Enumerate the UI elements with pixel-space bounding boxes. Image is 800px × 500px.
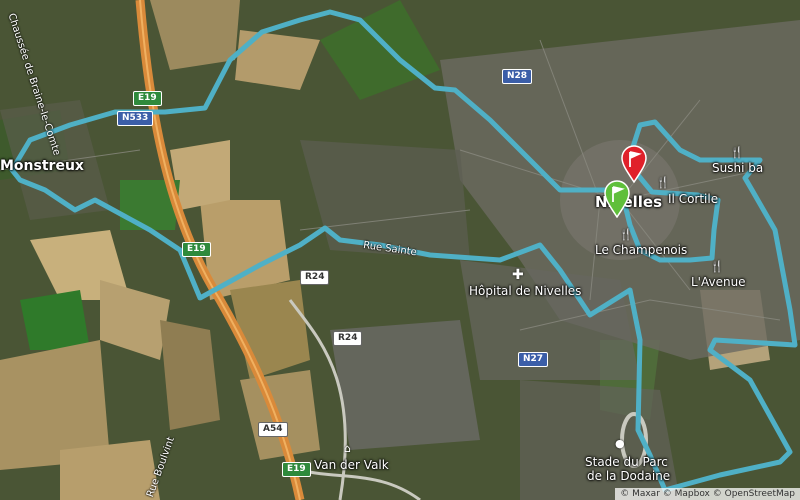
fork-knife-icon: 🍴 [619,228,633,241]
place-label-champenois: Le Champenois [595,243,688,257]
shield-r24-a: R24 [300,270,330,285]
shield-e19-top: E19 [133,91,162,106]
green-flag-marker-icon[interactable] [603,180,631,218]
hospital-cross-icon: ✚ [512,267,524,283]
shield-n28: N28 [502,69,533,84]
red-flag-marker-icon[interactable] [620,145,648,183]
place-label-il-cortile: Il Cortile [668,192,719,206]
shield-e19-bottom: E19 [282,462,311,477]
fork-knife-icon: 🍴 [730,146,744,159]
fork-knife-icon: 🍴 [656,176,670,189]
shield-e19-mid: E19 [182,242,211,257]
map-attribution[interactable]: © Maxar © Mapbox © OpenStreetMap [615,488,800,500]
stadium-icon: ● [615,437,625,450]
place-label-vandervalk: Van der Valk [314,458,389,472]
shield-n27: N27 [518,352,549,367]
shield-r24-b: R24 [333,331,363,346]
place-label-lavenue: L'Avenue [691,275,746,289]
field [60,440,160,500]
field [20,290,90,350]
hotel-bed-icon: ⌂ [344,442,351,455]
place-label-hospital: Hôpital de Nivelles [469,284,582,298]
shield-a54: A54 [258,422,288,437]
shield-n533: N533 [117,111,154,126]
fork-knife-icon: 🍴 [710,260,724,273]
place-label-monstreux: Monstreux [0,158,84,174]
satellite-map[interactable]: Monstreux Nivelles Hôpital de Nivelles L… [0,0,800,500]
place-label-sushi: Sushi ba [712,161,764,175]
place-label-stade-line1: Stade du Parc [585,455,668,469]
place-label-stade-line2: de la Dodaine [587,469,671,483]
